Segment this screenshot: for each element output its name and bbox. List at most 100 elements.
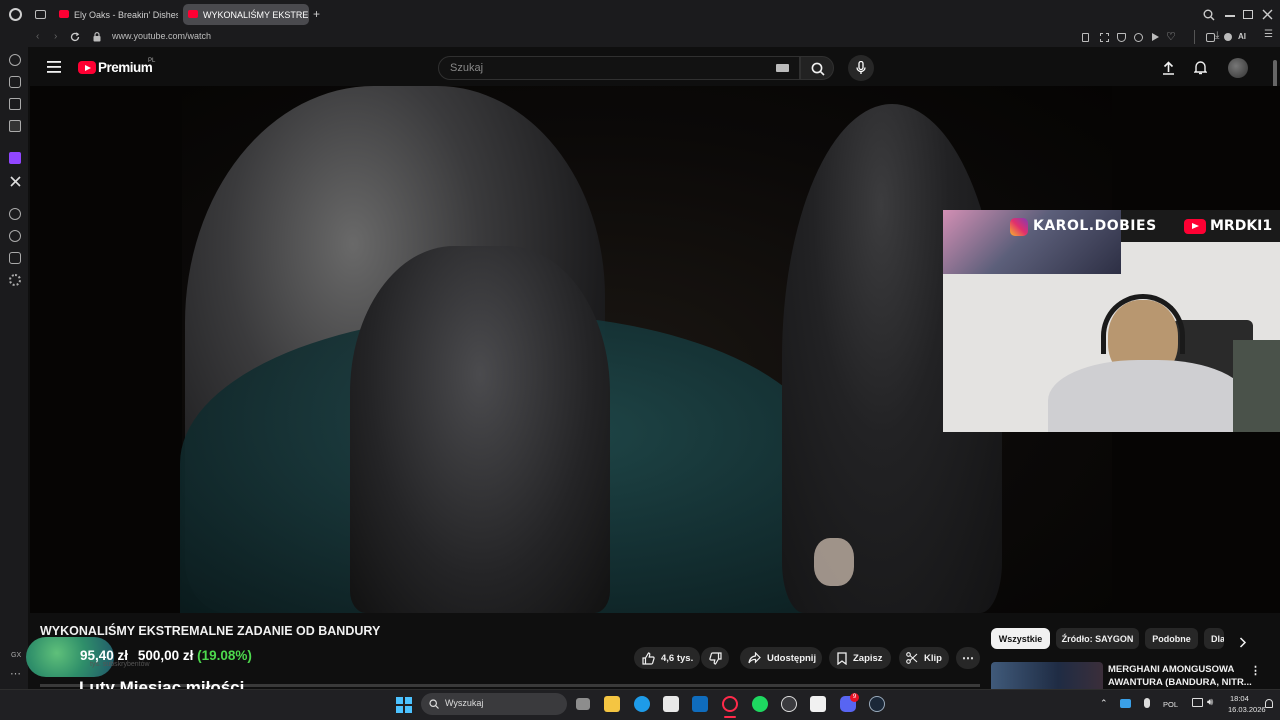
address-bar: ‹ › ♡ ⤓ AI ☰ — [28, 29, 1280, 47]
chatgpt-icon[interactable] — [9, 76, 21, 88]
recommended-title-1[interactable]: MERGHANI AMONGUSOWA — [1108, 664, 1234, 675]
volume-tray-icon[interactable]: 🔊︎ — [1207, 697, 1213, 708]
chevron-right-icon[interactable] — [1239, 637, 1247, 648]
clip-label: Klip — [924, 652, 942, 664]
puzzle-icon[interactable] — [1206, 33, 1215, 42]
search-tabs-icon[interactable] — [1203, 9, 1215, 21]
upload-icon[interactable] — [1162, 61, 1175, 75]
aria-icon[interactable] — [9, 54, 21, 66]
opera-gx-icon[interactable] — [722, 696, 738, 712]
donation-current: 95,40 zł — [80, 648, 129, 663]
new-tab-button[interactable]: + — [313, 7, 320, 21]
more-actions-button[interactable]: ⋯ — [956, 647, 980, 669]
shield-icon[interactable] — [1117, 33, 1126, 42]
history-icon[interactable] — [9, 230, 21, 242]
youtube-handle: MRDKI1 — [1210, 218, 1273, 234]
recommended-thumbnail[interactable] — [991, 662, 1103, 689]
search-button[interactable] — [800, 56, 834, 80]
download-box-icon[interactable] — [1134, 33, 1143, 42]
network-tray-icon[interactable] — [1120, 699, 1131, 708]
obs-icon[interactable] — [781, 696, 797, 712]
ai-label[interactable]: AI — [1238, 32, 1246, 41]
voice-search-button[interactable] — [848, 55, 874, 81]
tab-overview-icon[interactable] — [35, 10, 46, 19]
display-tray-icon[interactable] — [1192, 698, 1203, 707]
search-icon — [811, 62, 825, 76]
maximize-icon[interactable] — [1243, 10, 1253, 19]
share-button[interactable]: Udostępnij — [740, 647, 822, 669]
downloads-icon[interactable]: ⤓ — [1215, 30, 1219, 41]
thumbs-up-icon — [642, 651, 655, 665]
player-icon[interactable] — [9, 208, 21, 220]
taskbar-search-label: Wyszukaj — [445, 698, 484, 708]
account-icon[interactable] — [1224, 33, 1232, 41]
youtube-favicon-icon — [59, 10, 69, 18]
url-text[interactable]: www.youtube.com/watch — [112, 31, 211, 41]
menu-icon[interactable]: ☰ — [1264, 29, 1273, 40]
donation-percent: (19.08%) — [197, 648, 252, 663]
pin-icon[interactable] — [1082, 33, 1089, 42]
tray-chevron-icon[interactable]: ⌃ — [1100, 698, 1108, 709]
images-icon[interactable] — [9, 98, 21, 110]
keyboard-icon[interactable] — [776, 64, 789, 72]
forward-icon[interactable]: › — [54, 31, 57, 42]
like-count: 4,6 tys. — [661, 652, 694, 664]
clock-time[interactable]: 18:04 — [1230, 694, 1249, 703]
windows-start-icon[interactable] — [396, 697, 412, 713]
browser-tab-bar: Ely Oaks - Breakin' Dishes WYKONALIŚMY E… — [0, 0, 1280, 29]
settings-gear-icon[interactable] — [9, 274, 21, 286]
file-explorer-icon[interactable] — [604, 696, 620, 712]
outlook-icon[interactable] — [692, 696, 708, 712]
language-indicator[interactable]: POL — [1163, 700, 1178, 709]
recommended-menu-icon[interactable]: ⋮ — [1250, 664, 1261, 677]
social-banner: KAROL.DOBIES MRDKI1 — [943, 210, 1280, 274]
heart-icon[interactable]: ♡ — [1166, 30, 1176, 43]
store-icon[interactable] — [663, 696, 679, 712]
like-button[interactable]: 4,6 tys. — [634, 647, 700, 669]
browser-sidebar: ⋯ — [0, 29, 28, 689]
avatar[interactable] — [1228, 58, 1248, 78]
play-icon[interactable] — [1152, 33, 1159, 41]
task-view-icon[interactable] — [576, 698, 590, 710]
microphone-tray-icon[interactable] — [1144, 698, 1150, 708]
close-icon[interactable] — [1262, 9, 1273, 20]
thumbs-down-icon — [708, 651, 722, 665]
tab-current-video[interactable]: WYKONALIŚMY EKSTREMAL — [183, 4, 309, 25]
hamburger-menu-icon[interactable] — [47, 61, 61, 73]
back-icon[interactable]: ‹ — [36, 31, 39, 42]
chip-for-you[interactable]: Dla — [1204, 628, 1224, 649]
reload-icon[interactable] — [70, 32, 80, 42]
save-button[interactable]: Zapisz — [829, 647, 891, 669]
clip-button[interactable]: Klip — [899, 647, 949, 669]
twitch-icon[interactable] — [9, 152, 21, 164]
chip-related[interactable]: Podobne — [1145, 628, 1198, 649]
opera-logo-icon[interactable] — [9, 8, 22, 21]
tab-ely-oaks[interactable]: Ely Oaks - Breakin' Dishes — [54, 4, 178, 25]
clock-date[interactable]: 16.03.2026 — [1228, 705, 1266, 714]
notepad-icon[interactable] — [810, 696, 826, 712]
edge-icon[interactable] — [634, 696, 650, 712]
dislike-button[interactable] — [701, 647, 729, 669]
donation-goal-text: 95,40 zł 500,00 zł (19.08%) — [80, 648, 252, 663]
extensions-icon[interactable] — [9, 252, 21, 264]
youtube-logo[interactable]: Premium PL — [78, 58, 168, 76]
recommended-title-2[interactable]: AWANTURA (BANDURA, NITR... — [1108, 677, 1252, 688]
snapshot-icon[interactable] — [1100, 33, 1109, 42]
spotify-icon[interactable] — [752, 696, 768, 712]
search-input[interactable]: Szukaj — [450, 62, 483, 74]
chip-all[interactable]: Wszystkie — [991, 628, 1050, 649]
chip-source[interactable]: Źródło: SAYGON — [1056, 628, 1139, 649]
youtube-play-icon — [78, 61, 96, 74]
steam-icon[interactable] — [869, 696, 885, 712]
more-dots-icon[interactable]: ⋯ — [10, 667, 21, 680]
save-label: Zapisz — [853, 652, 883, 664]
donation-goal: 500,00 zł — [137, 648, 194, 663]
notifications-bell-icon[interactable] — [1194, 60, 1207, 75]
hand — [814, 538, 854, 586]
x-icon[interactable] — [10, 176, 21, 187]
messenger-icon[interactable] — [9, 120, 21, 132]
notification-bell-tray-icon[interactable] — [1265, 699, 1273, 708]
taskbar-search[interactable]: Wyszukaj — [421, 693, 567, 715]
search-box[interactable] — [438, 56, 800, 80]
minimize-icon[interactable] — [1225, 15, 1235, 17]
